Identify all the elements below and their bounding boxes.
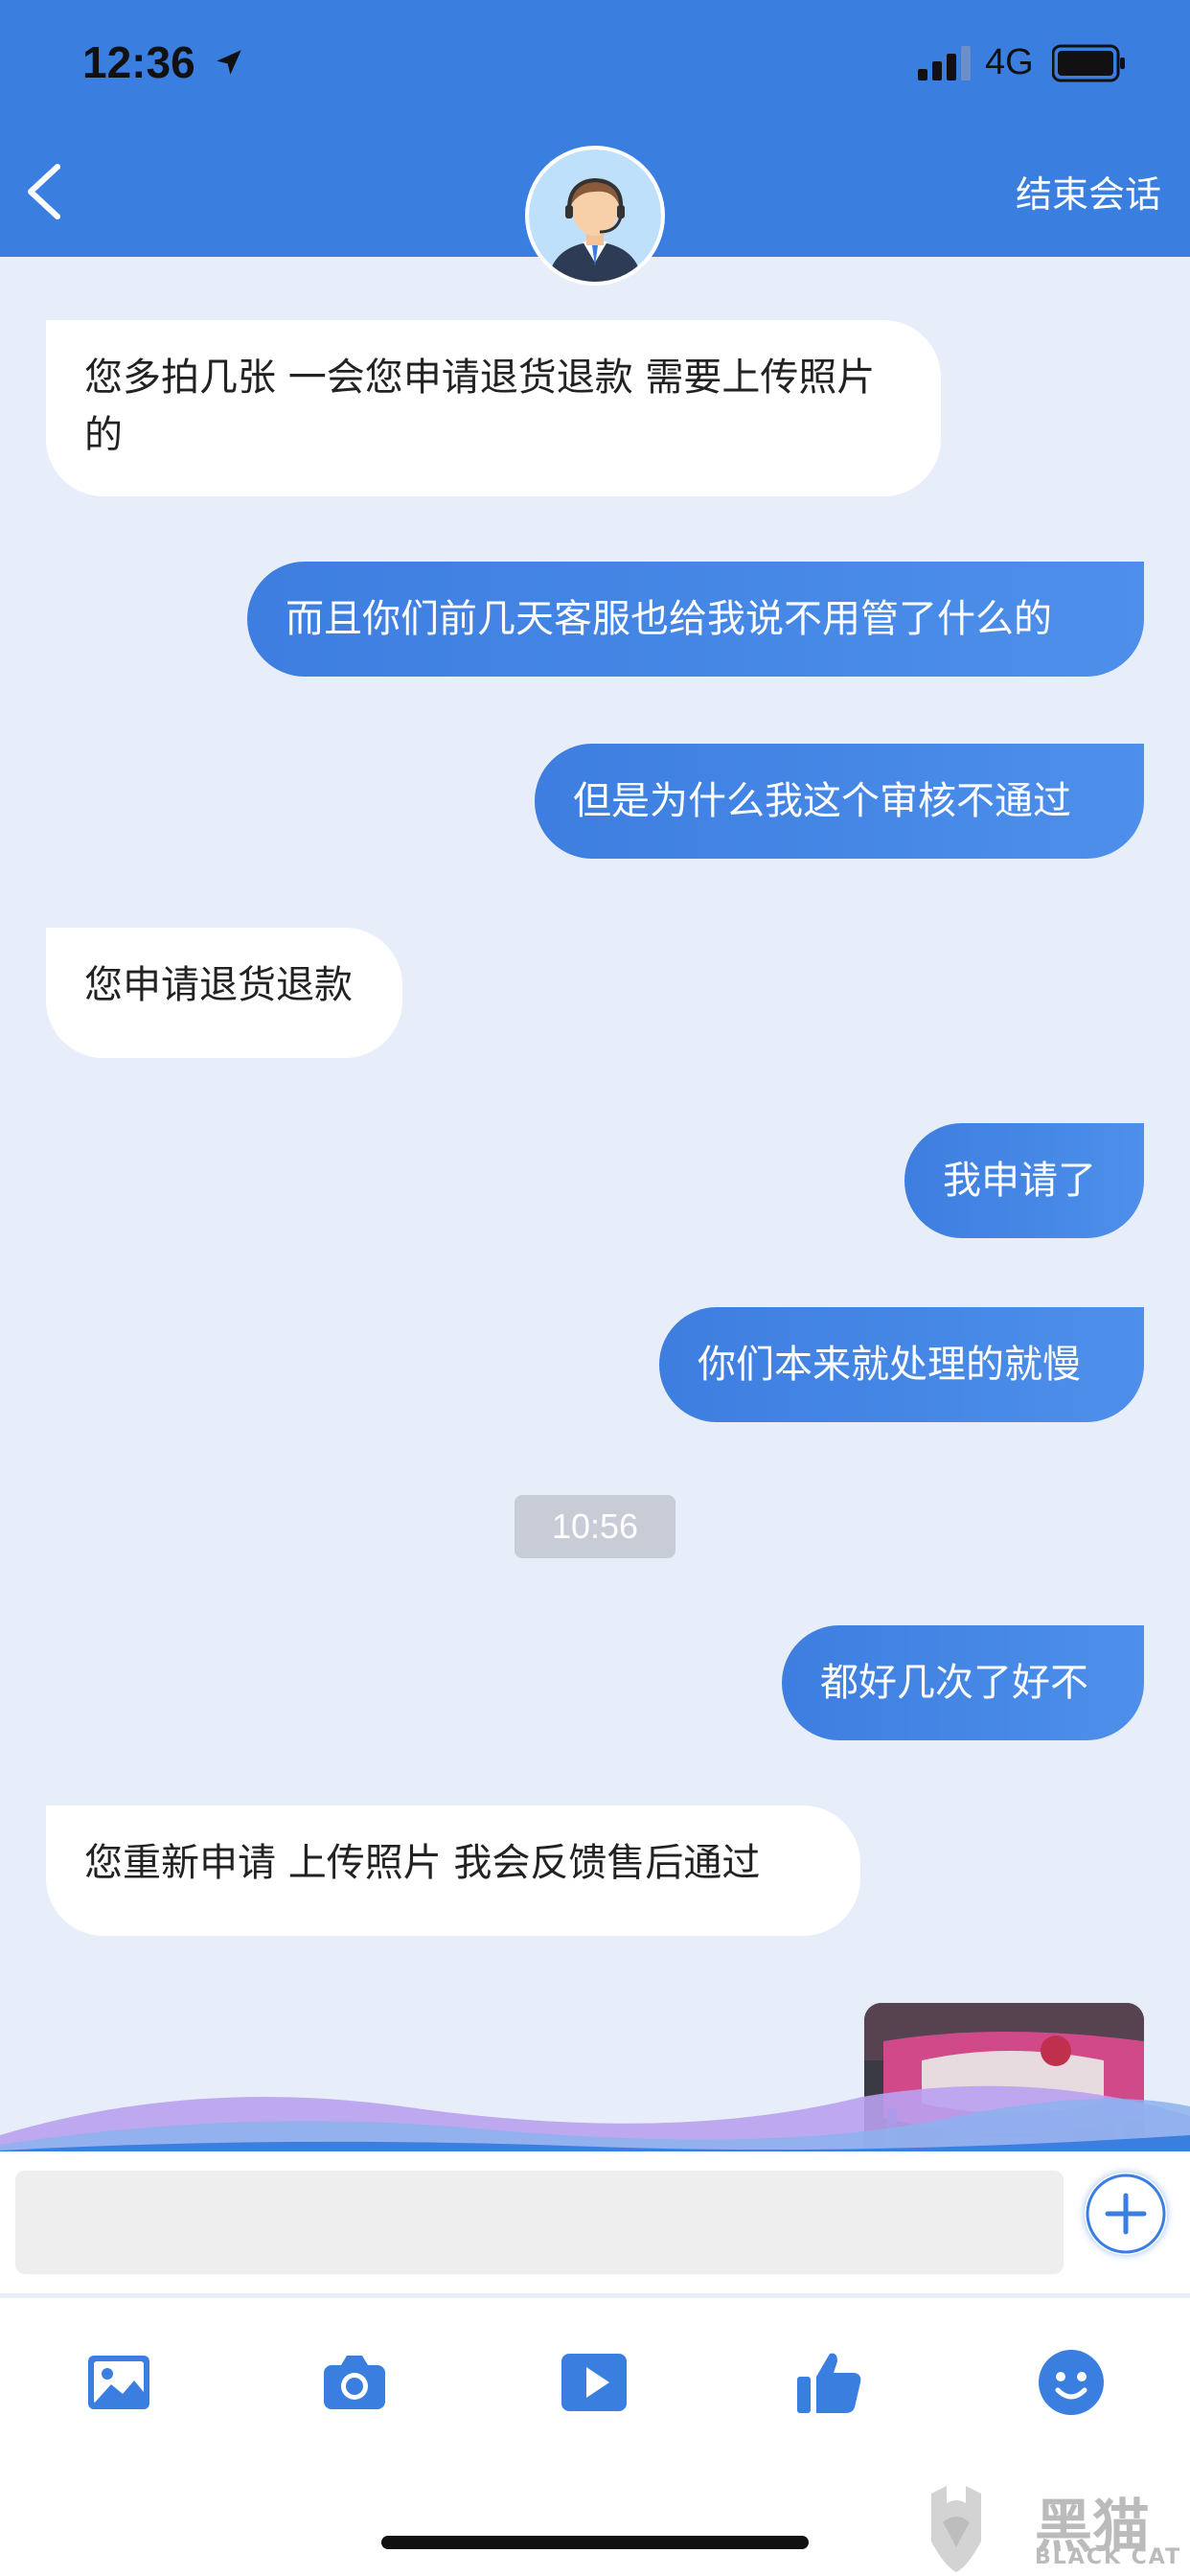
plus-button-icon[interactable] xyxy=(1085,2173,1167,2255)
chat-header: 12:36 4G 结束会话 xyxy=(0,0,1190,286)
emoji-icon[interactable] xyxy=(1037,2348,1106,2417)
message-bubble-incoming: 您申请退货退款 xyxy=(46,928,402,1058)
watermark-en: BLACK CAT xyxy=(1035,2545,1182,2569)
thumbs-up-icon[interactable] xyxy=(795,2348,864,2417)
message-bubble-outgoing: 但是为什么我这个审核不通过 xyxy=(535,744,1144,859)
home-indicator-bar: 黑猫 BLACK CAT xyxy=(0,2474,1190,2576)
message-bubble-incoming: 您多拍几张 一会您申请退货退款 需要上传照片的 xyxy=(46,320,941,496)
message-bubble-outgoing: 你们本来就处理的就慢 xyxy=(659,1307,1144,1422)
end-session-button[interactable]: 结束会话 xyxy=(1016,165,1161,218)
message-text: 您申请退货退款 xyxy=(84,963,353,1007)
message-text: 您重新申请 上传照片 我会反馈售后通过 xyxy=(84,1841,761,1885)
message-bubble-incoming: 您重新申请 上传照片 我会反馈售后通过 xyxy=(46,1806,860,1936)
message-bubble-outgoing: 都好几次了好不 xyxy=(782,1625,1144,1740)
timestamp-label: 10:56 xyxy=(515,1495,675,1558)
message-text: 您多拍几张 一会您申请退货退款 需要上传照片的 xyxy=(84,356,876,457)
message-text: 都好几次了好不 xyxy=(820,1661,1088,1705)
decorative-wave xyxy=(0,2085,1190,2154)
message-bubble-outgoing: 我申请了 xyxy=(904,1123,1144,1238)
location-arrow-icon xyxy=(217,50,241,75)
status-time: 12:36 xyxy=(82,37,195,87)
message-input[interactable] xyxy=(15,2171,1064,2274)
message-text: 但是为什么我这个审核不通过 xyxy=(573,779,1071,823)
message-input-row xyxy=(0,2151,1190,2293)
message-text: 你们本来就处理的就慢 xyxy=(698,1343,1081,1387)
message-text: 而且你们前几天客服也给我说不用管了什么的 xyxy=(286,597,1052,641)
image-icon[interactable] xyxy=(84,2348,153,2417)
message-text: 我申请了 xyxy=(943,1159,1096,1203)
network-label: 4G xyxy=(985,42,1034,82)
video-icon[interactable] xyxy=(560,2348,629,2417)
message-bubble-outgoing: 而且你们前几天客服也给我说不用管了什么的 xyxy=(247,562,1144,677)
signal-icon xyxy=(918,46,971,80)
attachment-toolbar xyxy=(0,2296,1190,2476)
home-indicator xyxy=(381,2536,809,2549)
camera-icon[interactable] xyxy=(320,2348,389,2417)
chat-messages[interactable]: 您多拍几张 一会您申请退货退款 需要上传照片的 而且你们前几天客服也给我说不用管… xyxy=(0,257,1190,2150)
battery-icon xyxy=(1052,44,1125,82)
back-chevron-icon[interactable] xyxy=(17,153,75,230)
